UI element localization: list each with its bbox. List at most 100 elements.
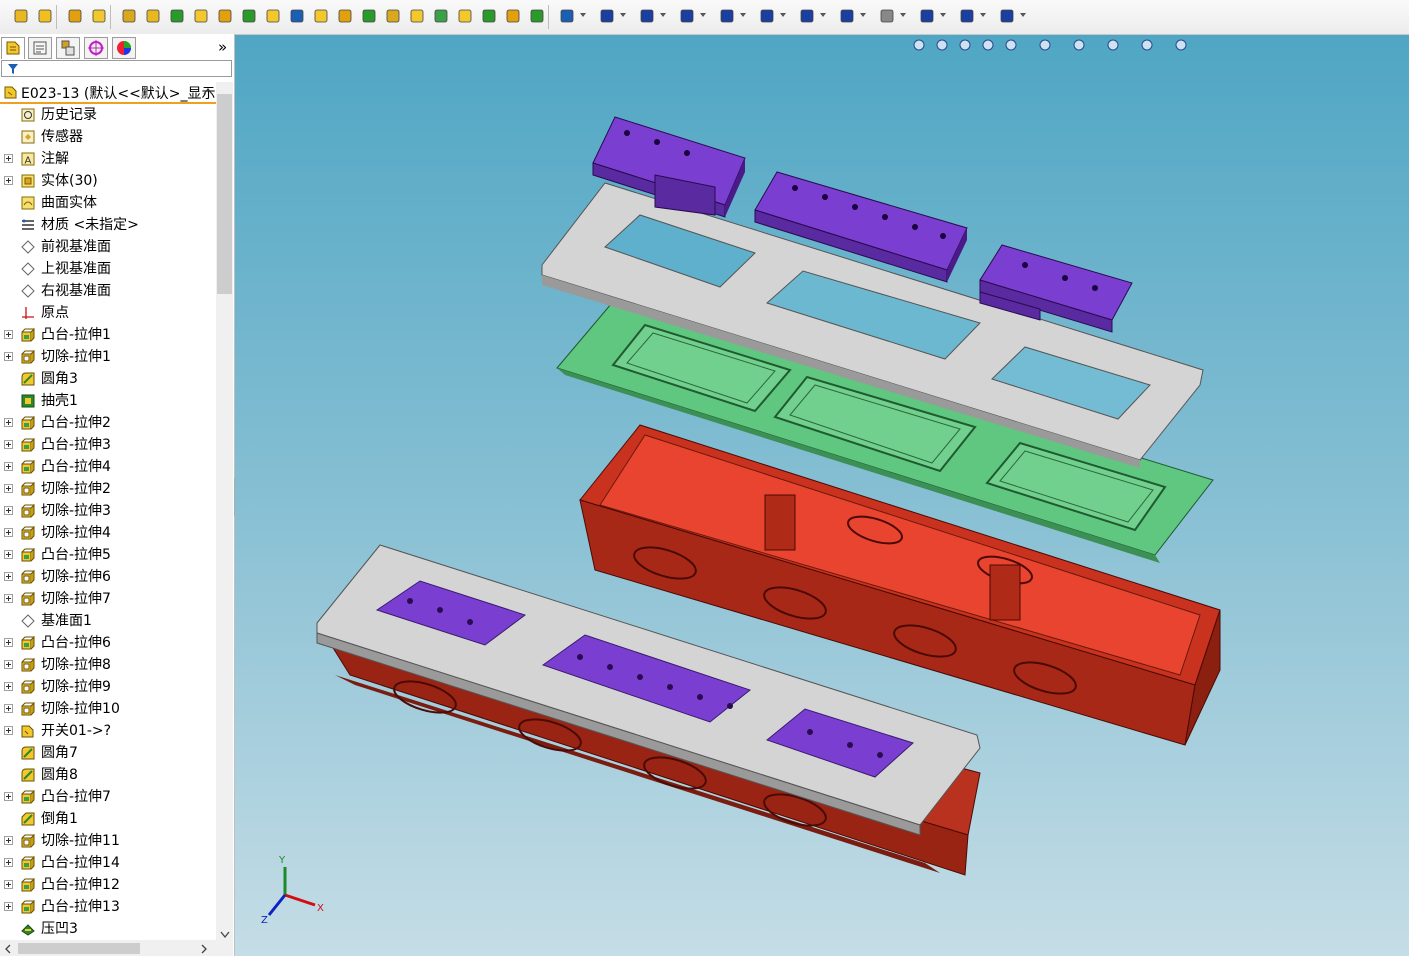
expand-toggle-icon[interactable] bbox=[4, 176, 13, 185]
tree-item[interactable]: 切除-拉伸1 bbox=[0, 346, 216, 368]
rib-icon[interactable] bbox=[264, 7, 282, 25]
expand-toggle-icon[interactable] bbox=[4, 484, 13, 493]
text-icon[interactable] bbox=[998, 7, 1016, 25]
expand-toggle-icon[interactable] bbox=[4, 572, 13, 581]
expand-toggle-icon[interactable] bbox=[4, 858, 13, 867]
point-icon[interactable] bbox=[918, 7, 936, 25]
shell-icon[interactable] bbox=[216, 7, 234, 25]
expand-toggle-icon[interactable] bbox=[4, 660, 13, 669]
tree-item[interactable]: 曲面实体 bbox=[0, 192, 216, 214]
tree-item[interactable]: 凸台-拉伸6 bbox=[0, 632, 216, 654]
expand-toggle-icon[interactable] bbox=[4, 440, 13, 449]
tree-item[interactable]: 传感器 bbox=[0, 126, 216, 148]
trim-icon[interactable] bbox=[878, 7, 896, 25]
expand-toggle-icon[interactable] bbox=[4, 352, 13, 361]
tree-item[interactable]: 倒角1 bbox=[0, 808, 216, 830]
tree-root-part[interactable]: E023-13 (默认<<默认>_显示状态 1>) bbox=[0, 82, 216, 104]
expand-toggle-icon[interactable] bbox=[4, 704, 13, 713]
tree-item[interactable]: 原点 bbox=[0, 302, 216, 324]
sweep-icon[interactable] bbox=[120, 7, 138, 25]
draft-icon[interactable] bbox=[240, 7, 258, 25]
scroll-down-icon[interactable] bbox=[220, 931, 230, 939]
tree-item[interactable]: 切除-拉伸7 bbox=[0, 588, 216, 610]
tree-item[interactable]: 凸台-拉伸7 bbox=[0, 786, 216, 808]
tree-item[interactable]: 实体(30) bbox=[0, 170, 216, 192]
rectangle-icon[interactable] bbox=[638, 7, 656, 25]
tree-item[interactable]: 切除-拉伸6 bbox=[0, 566, 216, 588]
expand-toggle-icon[interactable] bbox=[4, 462, 13, 471]
dropdown-arrow-icon[interactable] bbox=[780, 13, 786, 17]
tree-item[interactable]: 切除-拉伸9 bbox=[0, 676, 216, 698]
property-manager-tab[interactable] bbox=[28, 37, 52, 59]
expand-toggle-icon[interactable] bbox=[4, 506, 13, 515]
tree-item[interactable]: 切除-拉伸3 bbox=[0, 500, 216, 522]
tree-item[interactable]: 圆角3 bbox=[0, 368, 216, 390]
tree-item[interactable]: 切除-拉伸8 bbox=[0, 654, 216, 676]
dropdown-arrow-icon[interactable] bbox=[620, 13, 626, 17]
tree-hscroll-thumb[interactable] bbox=[18, 943, 140, 954]
expand-toggle-icon[interactable] bbox=[4, 330, 13, 339]
feature-tree-tab[interactable] bbox=[1, 37, 25, 59]
dropdown-arrow-icon[interactable] bbox=[860, 13, 866, 17]
tree-scroll-thumb[interactable] bbox=[217, 94, 232, 294]
expand-toggle-icon[interactable] bbox=[4, 154, 13, 163]
tree-item[interactable]: 凸台-拉伸5 bbox=[0, 544, 216, 566]
dropdown-arrow-icon[interactable] bbox=[1020, 13, 1026, 17]
mirror-icon[interactable] bbox=[312, 7, 330, 25]
instant3d-icon[interactable] bbox=[558, 7, 576, 25]
scroll-left-icon[interactable] bbox=[4, 944, 12, 954]
hole-icon[interactable] bbox=[288, 7, 306, 25]
expand-toggle-icon[interactable] bbox=[4, 902, 13, 911]
move-icon[interactable] bbox=[480, 7, 498, 25]
expand-toggle-icon[interactable] bbox=[4, 594, 13, 603]
flex-icon[interactable] bbox=[384, 7, 402, 25]
revolve-icon[interactable] bbox=[90, 7, 108, 25]
dropdown-arrow-icon[interactable] bbox=[660, 13, 666, 17]
new-sketch-icon[interactable] bbox=[12, 7, 30, 25]
centerline-icon[interactable] bbox=[958, 7, 976, 25]
graphics-area[interactable]: Y X Z bbox=[235, 35, 1409, 956]
tree-item[interactable]: 前视基准面 bbox=[0, 236, 216, 258]
tree-item[interactable]: 右视基准面 bbox=[0, 280, 216, 302]
tree-item[interactable]: A 注解 bbox=[0, 148, 216, 170]
reference-icon[interactable] bbox=[504, 7, 522, 25]
ellipse-icon[interactable] bbox=[838, 7, 856, 25]
open-icon[interactable] bbox=[36, 7, 54, 25]
expand-toggle-icon[interactable] bbox=[4, 550, 13, 559]
expand-toggle-icon[interactable] bbox=[4, 418, 13, 427]
dimxpert-tab[interactable] bbox=[84, 37, 108, 59]
dropdown-arrow-icon[interactable] bbox=[700, 13, 706, 17]
dropdown-arrow-icon[interactable] bbox=[820, 13, 826, 17]
expand-toggle-icon[interactable] bbox=[4, 836, 13, 845]
dropdown-arrow-icon[interactable] bbox=[900, 13, 906, 17]
expand-toggle-icon[interactable] bbox=[4, 726, 13, 735]
tree-item[interactable]: 抽壳1 bbox=[0, 390, 216, 412]
expand-toggle-icon[interactable] bbox=[4, 792, 13, 801]
pattern-icon[interactable] bbox=[336, 7, 354, 25]
tree-item[interactable]: 开关01->? bbox=[0, 720, 216, 742]
display-manager-tab[interactable] bbox=[112, 37, 136, 59]
curves-icon[interactable] bbox=[528, 7, 546, 25]
tree-item[interactable]: 历史记录 bbox=[0, 104, 216, 126]
panel-expand-button[interactable]: » bbox=[218, 38, 227, 56]
tree-item[interactable]: 切除-拉伸2 bbox=[0, 478, 216, 500]
tree-item[interactable]: 切除-拉伸4 bbox=[0, 522, 216, 544]
spline-icon[interactable] bbox=[798, 7, 816, 25]
tree-item[interactable]: 圆角7 bbox=[0, 742, 216, 764]
tree-filter-input[interactable] bbox=[1, 60, 232, 77]
tree-item[interactable]: 材质 <未指定> bbox=[0, 214, 216, 236]
tree-item[interactable]: 上视基准面 bbox=[0, 258, 216, 280]
line-icon[interactable] bbox=[598, 7, 616, 25]
tree-item[interactable]: 凸台-拉伸3 bbox=[0, 434, 216, 456]
loft-icon[interactable] bbox=[144, 7, 162, 25]
tree-item[interactable]: 凸台-拉伸2 bbox=[0, 412, 216, 434]
tree-item[interactable]: 凸台-拉伸13 bbox=[0, 896, 216, 918]
extrude-boss-icon[interactable] bbox=[66, 7, 84, 25]
tree-item[interactable]: 切除-拉伸10 bbox=[0, 698, 216, 720]
expand-toggle-icon[interactable] bbox=[4, 638, 13, 647]
tree-item[interactable]: 圆角8 bbox=[0, 764, 216, 786]
wrap-icon[interactable] bbox=[408, 7, 426, 25]
tree-item[interactable]: 凸台-拉伸1 bbox=[0, 324, 216, 346]
tree-item[interactable]: 凸台-拉伸14 bbox=[0, 852, 216, 874]
dropdown-arrow-icon[interactable] bbox=[940, 13, 946, 17]
